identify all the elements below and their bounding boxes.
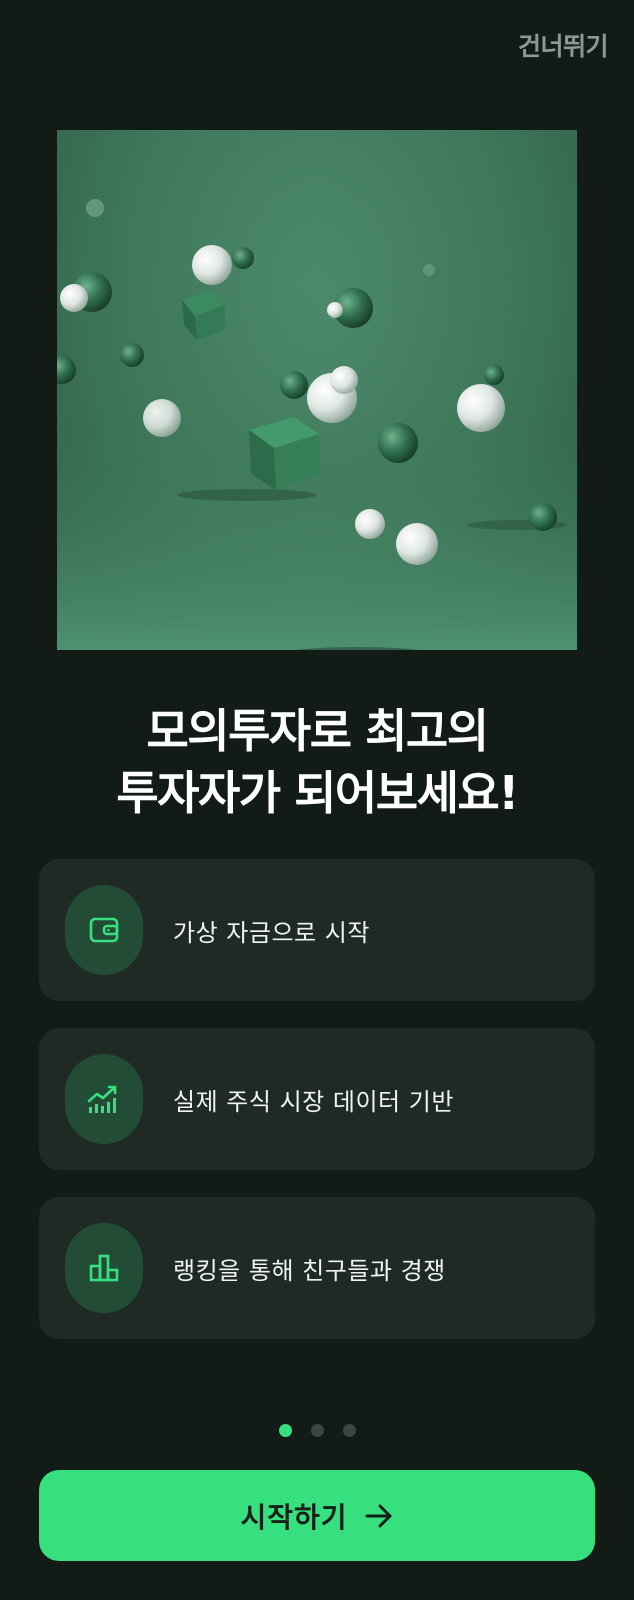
hero-illustration: [57, 130, 577, 650]
feature-label: 실제 주식 시장 데이터 기반: [173, 1087, 454, 1116]
start-button-label: 시작하기: [240, 1501, 348, 1533]
pagination-dot[interactable]: [310, 1424, 324, 1437]
feature-list: 가상 자금으로 시작 실제 주식 시장 데이터 기반 랭킹을 통해 친구들과 경: [39, 859, 595, 1366]
headline: 모의투자로 최고의 투자자가 되어보세요!: [0, 700, 634, 824]
feature-label: 랭킹을 통해 친구들과 경쟁: [173, 1256, 446, 1285]
feature-label: 가상 자금으로 시작: [173, 918, 370, 947]
bar-chart-icon-container: [65, 1223, 143, 1313]
pagination-dots: [0, 1424, 634, 1437]
pagination-dot[interactable]: [342, 1424, 356, 1437]
pagination-dot-active[interactable]: [278, 1424, 292, 1437]
wallet-icon-container: [65, 885, 143, 975]
chart-trend-icon-container: [65, 1054, 143, 1144]
headline-line-1: 모의투자로 최고의: [146, 704, 489, 758]
headline-line-2: 투자자가 되어보세요!: [116, 766, 519, 820]
feature-card-virtual-funds: 가상 자금으로 시작: [39, 859, 595, 1001]
skip-button[interactable]: 건너뛰기: [518, 27, 609, 63]
arrow-right-icon: [365, 1504, 392, 1527]
chart-trend-icon: [87, 1085, 117, 1113]
wallet-icon: [89, 917, 119, 943]
start-button[interactable]: 시작하기: [39, 1470, 595, 1561]
bar-chart-icon: [89, 1254, 119, 1282]
feature-card-ranking: 랭킹을 통해 친구들과 경쟁: [39, 1197, 595, 1339]
feature-card-market-data: 실제 주식 시장 데이터 기반: [39, 1028, 595, 1170]
